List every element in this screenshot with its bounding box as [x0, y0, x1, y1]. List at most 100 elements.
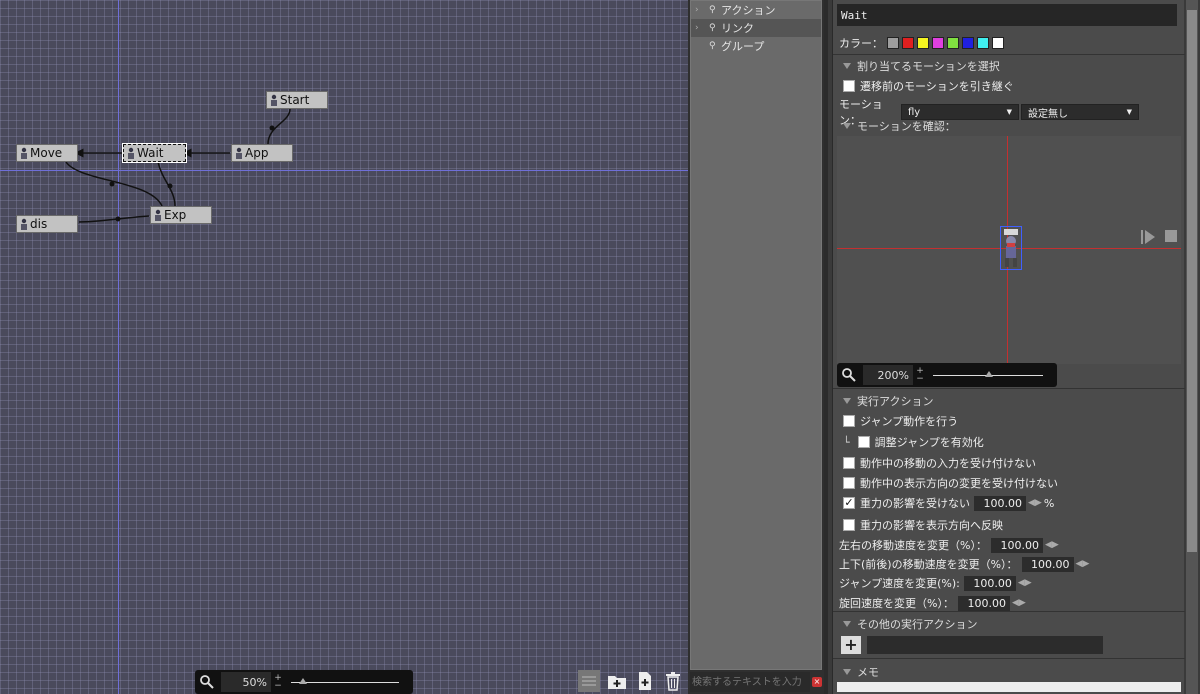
other-section-header[interactable]: その他の実行アクション: [843, 616, 977, 632]
lr-speed-input[interactable]: 100.00: [990, 537, 1043, 553]
chevron-right-icon[interactable]: ›: [695, 23, 709, 33]
color-row: カラー：: [839, 35, 1007, 51]
gravity-reflect-checkbox[interactable]: [843, 519, 855, 531]
magnifier-icon[interactable]: [199, 674, 215, 690]
new-file-icon[interactable]: [634, 670, 656, 692]
close-icon[interactable]: ×: [812, 677, 822, 687]
link-wait-exp: [157, 161, 176, 207]
property-scrollbar[interactable]: [1186, 0, 1198, 694]
tree-item-action[interactable]: › ⚲ アクション: [691, 1, 821, 19]
property-panel-body: カラー： 割り当てるモーションを選択 遷移前のモーションを引き継ぐ モーション：…: [832, 0, 1185, 694]
tree-item-link[interactable]: › ⚲ リンク: [691, 19, 821, 37]
tree-list: › ⚲ アクション › ⚲ リンク ⚲ グループ: [690, 0, 822, 670]
magnifier-icon[interactable]: [841, 367, 857, 383]
node-app[interactable]: App: [231, 144, 293, 162]
action-name-input[interactable]: [837, 4, 1177, 26]
preview-zoom-slider[interactable]: [933, 370, 1043, 377]
spin-arrows-icon[interactable]: ◀▶: [1076, 559, 1090, 569]
inherit-motion-checkbox[interactable]: [843, 80, 855, 92]
node-label: Exp: [164, 208, 187, 222]
ud-speed-input[interactable]: 100.00: [1021, 556, 1074, 572]
collapse-triangle-icon: [843, 621, 851, 627]
spin-arrows-icon[interactable]: ◀▶: [1045, 540, 1059, 550]
motion-section-header[interactable]: 割り当てるモーションを選択: [843, 58, 1000, 74]
person-icon: [271, 94, 277, 106]
color-swatch-magenta[interactable]: [932, 37, 944, 49]
link-move-exp-arrow: [109, 181, 115, 187]
link-exp-dis-arrow: [115, 216, 121, 222]
preview-zoom-value[interactable]: 200%: [863, 365, 913, 385]
no-dir-change-checkbox[interactable]: [843, 477, 855, 489]
graph-canvas[interactable]: Start Move Wait App Exp dis 50% + −: [0, 0, 688, 694]
motion-preview[interactable]: [837, 136, 1181, 364]
no-gravity-checkbox[interactable]: ✓: [843, 497, 855, 509]
zoom-stepper[interactable]: + −: [915, 367, 925, 384]
jump-speed-row: ジャンプ速度を変更(%): 100.00 ◀▶: [839, 575, 1032, 591]
canvas-zoom-value[interactable]: 50%: [221, 672, 271, 692]
tree-item-label: アクション: [721, 4, 776, 17]
person-icon: [155, 209, 161, 221]
rot-speed-input[interactable]: 100.00: [957, 595, 1010, 611]
node-dis[interactable]: dis: [16, 215, 78, 233]
memo-textarea[interactable]: [837, 682, 1181, 692]
jump-checkbox[interactable]: [843, 415, 855, 427]
color-swatch-yellow[interactable]: [917, 37, 929, 49]
jump-row[interactable]: ジャンプ動作を行う: [843, 413, 958, 429]
gravity-value-input[interactable]: 100.00: [974, 495, 1026, 511]
no-move-input-checkbox[interactable]: [843, 457, 855, 469]
trash-icon[interactable]: [662, 670, 684, 692]
person-icon: [236, 147, 242, 159]
zoom-stepper[interactable]: + −: [273, 674, 283, 691]
ud-speed-row: 上下(前後)の移動速度を変更（%）： 100.00 ◀▶: [839, 556, 1090, 572]
no-dir-change-row[interactable]: 動作中の表示方向の変更を受け付けない: [843, 475, 1058, 491]
color-swatch-green[interactable]: [947, 37, 959, 49]
node-label: Move: [30, 146, 63, 160]
canvas-zoom-bar: 50% + −: [195, 670, 413, 694]
spin-arrows-icon[interactable]: ◀▶: [1018, 578, 1032, 588]
exec-section-header[interactable]: 実行アクション: [843, 393, 933, 409]
new-folder-icon[interactable]: [606, 670, 628, 692]
color-swatch-red[interactable]: [902, 37, 914, 49]
node-move[interactable]: Move: [16, 144, 78, 162]
color-swatch-cyan[interactable]: [977, 37, 989, 49]
no-gravity-row[interactable]: ✓ 重力の影響を受けない 100.00 ◀▶ %: [843, 495, 1054, 511]
list-view-icon[interactable]: [578, 670, 600, 692]
adjust-jump-row[interactable]: └ 調整ジャンプを有効化: [843, 434, 984, 450]
preview-zoom-thumb[interactable]: [985, 370, 993, 377]
no-move-input-row[interactable]: 動作中の移動の入力を受け付けない: [843, 455, 1036, 471]
spin-arrows-icon[interactable]: ◀▶: [1028, 498, 1042, 508]
play-icon[interactable]: [1140, 229, 1156, 245]
stop-icon[interactable]: [1164, 229, 1178, 243]
other-action-field[interactable]: [867, 636, 1103, 654]
jump-speed-input[interactable]: 100.00: [963, 575, 1016, 591]
confirm-section-header[interactable]: モーションを確認：: [843, 118, 956, 134]
canvas-zoom-slider[interactable]: [291, 677, 399, 684]
memo-section-header[interactable]: メモ: [843, 664, 879, 680]
link-lines: [65, 108, 291, 223]
gravity-reflect-row[interactable]: 重力の影響を表示方向へ反映: [843, 517, 1003, 533]
node-label: Start: [280, 93, 310, 107]
color-swatch-blue[interactable]: [962, 37, 974, 49]
motion-setting-select[interactable]: 設定無し ▼: [1021, 104, 1139, 120]
node-exp[interactable]: Exp: [150, 206, 212, 224]
preview-controls: [1140, 229, 1178, 245]
action-tree-panel: › ⚲ アクション › ⚲ リンク ⚲ グループ ×: [688, 0, 824, 694]
inherit-motion-row[interactable]: 遷移前のモーションを引き継ぐ: [843, 78, 1014, 94]
color-swatch-gray[interactable]: [887, 37, 899, 49]
chevron-right-icon[interactable]: ›: [695, 5, 709, 15]
node-start[interactable]: Start: [266, 91, 328, 109]
adjust-jump-checkbox[interactable]: [857, 436, 870, 448]
spin-arrows-icon[interactable]: ◀▶: [1012, 598, 1026, 608]
color-swatch-white[interactable]: [992, 37, 1004, 49]
tree-item-group[interactable]: ⚲ グループ: [691, 37, 821, 55]
node-label: dis: [30, 217, 48, 231]
other-action-row: +: [841, 636, 1103, 654]
chevron-down-icon: ▼: [1126, 108, 1132, 116]
canvas-zoom-thumb[interactable]: [299, 677, 307, 684]
collapse-triangle-icon: [843, 123, 851, 129]
collapse-triangle-icon: [843, 398, 851, 404]
tree-search-input[interactable]: [690, 672, 810, 692]
add-action-button[interactable]: +: [841, 636, 861, 654]
node-wait[interactable]: Wait: [122, 143, 187, 163]
scrollbar-thumb[interactable]: [1187, 10, 1197, 552]
